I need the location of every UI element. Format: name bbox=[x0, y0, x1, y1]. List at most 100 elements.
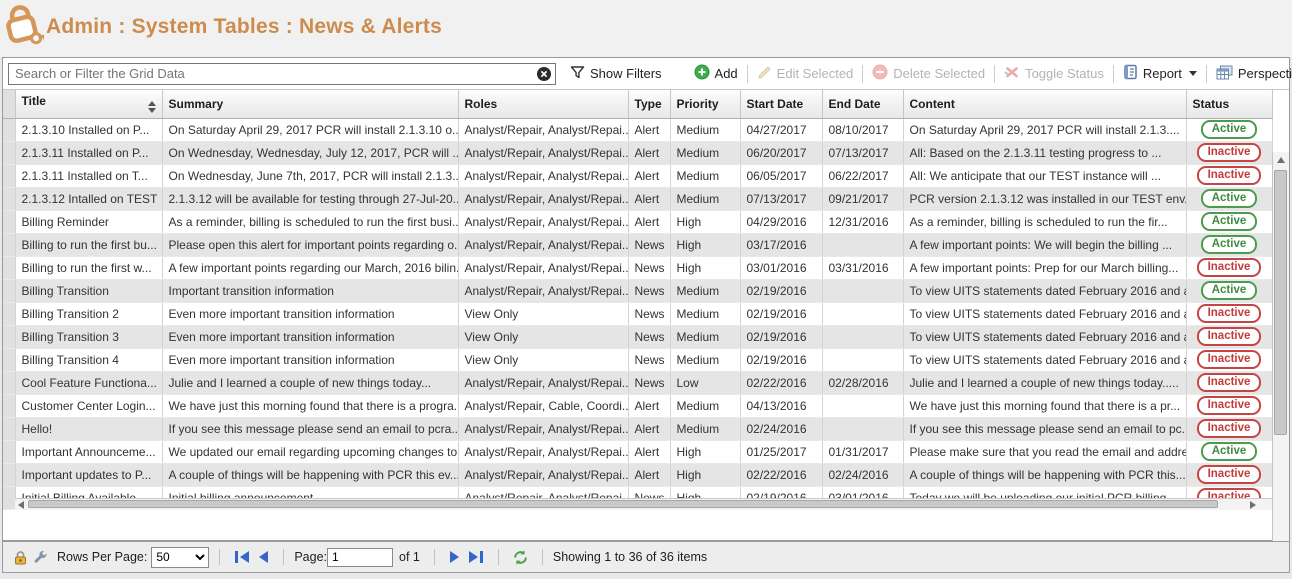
table-row[interactable]: 2.1.3.10 Installed on P...On Saturday Ap… bbox=[3, 118, 1272, 141]
cell-title: 2.1.3.10 Installed on P... bbox=[15, 118, 162, 141]
row-selector[interactable] bbox=[3, 371, 15, 394]
vertical-scroll-thumb[interactable] bbox=[1274, 170, 1287, 435]
table-row[interactable]: Billing TransitionImportant transition i… bbox=[3, 279, 1272, 302]
perspectives-button[interactable]: Perspectives bbox=[1216, 65, 1292, 83]
delete-selected-label: Delete Selected bbox=[893, 66, 985, 81]
cell-content: All: We anticipate that our TEST instanc… bbox=[903, 164, 1186, 187]
lock-icon[interactable] bbox=[14, 550, 27, 565]
cell-type: News bbox=[628, 302, 670, 325]
cell-end_date: 07/13/2017 bbox=[822, 141, 903, 164]
table-row[interactable]: Billing ReminderAs a reminder, billing i… bbox=[3, 210, 1272, 233]
edit-selected-button[interactable]: Edit Selected bbox=[757, 65, 854, 83]
cell-type: Alert bbox=[628, 118, 670, 141]
row-selector[interactable] bbox=[3, 463, 15, 486]
cell-end_date: 03/31/2016 bbox=[822, 256, 903, 279]
cell-type: Alert bbox=[628, 440, 670, 463]
column-header-start_date[interactable]: Start Date bbox=[740, 90, 822, 118]
pager-separator bbox=[283, 549, 284, 565]
grid-panel: Show Filters Add Edit Selected Delete Se… bbox=[2, 57, 1290, 541]
vertical-scrollbar[interactable] bbox=[1272, 152, 1289, 560]
row-selector[interactable] bbox=[3, 233, 15, 256]
column-header-title[interactable]: Title bbox=[15, 90, 162, 118]
scroll-up-icon[interactable] bbox=[1277, 157, 1285, 163]
cell-summary: 2.1.3.12 will be available for testing t… bbox=[162, 187, 458, 210]
horizontal-scrollbar[interactable] bbox=[15, 498, 1272, 510]
table-row[interactable]: Important updates to P...A couple of thi… bbox=[3, 463, 1272, 486]
status-badge: Inactive bbox=[1197, 419, 1262, 438]
scroll-left-icon[interactable] bbox=[18, 501, 24, 509]
cell-roles: View Only bbox=[458, 348, 628, 371]
app-header: Admin : System Tables : News & Alerts bbox=[0, 0, 1292, 57]
status-badge: Inactive bbox=[1197, 258, 1262, 277]
table-row[interactable]: Billing Transition 3Even more important … bbox=[3, 325, 1272, 348]
rows-per-page-select[interactable]: 50 bbox=[151, 547, 209, 568]
show-filters-button[interactable]: Show Filters bbox=[570, 65, 662, 83]
row-selector[interactable] bbox=[3, 256, 15, 279]
table-row[interactable]: Billing to run the first w...A few impor… bbox=[3, 256, 1272, 279]
report-button[interactable]: Report bbox=[1123, 64, 1197, 83]
row-selector[interactable] bbox=[3, 118, 15, 141]
cell-status: Inactive bbox=[1186, 371, 1272, 394]
first-page-button[interactable] bbox=[235, 551, 249, 563]
status-badge: Inactive bbox=[1197, 304, 1262, 323]
row-selector[interactable] bbox=[3, 348, 15, 371]
header-gutter bbox=[3, 90, 15, 118]
column-header-status[interactable]: Status bbox=[1186, 90, 1272, 118]
cell-status: Inactive bbox=[1186, 302, 1272, 325]
toggle-status-button[interactable]: Toggle Status bbox=[1004, 64, 1104, 83]
cell-priority: Medium bbox=[670, 394, 740, 417]
column-header-end_date[interactable]: End Date bbox=[822, 90, 903, 118]
next-page-button[interactable] bbox=[450, 551, 459, 563]
column-header-summary[interactable]: Summary bbox=[162, 90, 458, 118]
status-badge: Inactive bbox=[1197, 465, 1262, 484]
table-row[interactable]: 2.1.3.11 Installed on T...On Wednesday, … bbox=[3, 164, 1272, 187]
table-row[interactable]: Billing Transition 2Even more important … bbox=[3, 302, 1272, 325]
row-selector[interactable] bbox=[3, 394, 15, 417]
cell-start_date: 04/13/2016 bbox=[740, 394, 822, 417]
page-input[interactable] bbox=[327, 548, 393, 567]
table-row[interactable]: Billing to run the first bu...Please ope… bbox=[3, 233, 1272, 256]
cell-title: Billing Transition 4 bbox=[15, 348, 162, 371]
table-row[interactable]: 2.1.3.12 Intalled on TEST2.1.3.12 will b… bbox=[3, 187, 1272, 210]
column-header-priority[interactable]: Priority bbox=[670, 90, 740, 118]
column-header-content[interactable]: Content bbox=[903, 90, 1186, 118]
cell-title: Billing to run the first w... bbox=[15, 256, 162, 279]
add-plus-icon bbox=[694, 64, 710, 83]
sort-icon[interactable] bbox=[148, 101, 156, 113]
previous-page-button[interactable] bbox=[259, 551, 268, 563]
table-row[interactable]: Billing Transition 4Even more important … bbox=[3, 348, 1272, 371]
row-selector[interactable] bbox=[3, 141, 15, 164]
search-input[interactable] bbox=[8, 63, 556, 85]
scroll-right-icon[interactable] bbox=[1250, 501, 1256, 509]
cell-end_date: 09/21/2017 bbox=[822, 187, 903, 210]
row-selector[interactable] bbox=[3, 486, 15, 509]
table-row[interactable]: Cool Feature Functiona...Julie and I lea… bbox=[3, 371, 1272, 394]
cell-title: Billing Reminder bbox=[15, 210, 162, 233]
delete-selected-button[interactable]: Delete Selected bbox=[872, 64, 985, 83]
row-selector[interactable] bbox=[3, 210, 15, 233]
cell-start_date: 02/19/2016 bbox=[740, 302, 822, 325]
column-header-roles[interactable]: Roles bbox=[458, 90, 628, 118]
row-selector[interactable] bbox=[3, 325, 15, 348]
row-selector[interactable] bbox=[3, 302, 15, 325]
cell-end_date bbox=[822, 325, 903, 348]
horizontal-scroll-thumb[interactable] bbox=[28, 500, 1218, 508]
table-row[interactable]: Important Announceme...We updated our em… bbox=[3, 440, 1272, 463]
last-page-button[interactable] bbox=[469, 551, 483, 563]
row-selector[interactable] bbox=[3, 164, 15, 187]
cell-title: Important Announceme... bbox=[15, 440, 162, 463]
toolbar-separator bbox=[1206, 65, 1207, 83]
row-selector[interactable] bbox=[3, 279, 15, 302]
row-selector[interactable] bbox=[3, 440, 15, 463]
wrench-icon[interactable] bbox=[33, 550, 48, 565]
table-row[interactable]: Customer Center Login...We have just thi… bbox=[3, 394, 1272, 417]
refresh-icon[interactable] bbox=[512, 549, 529, 566]
clear-search-icon[interactable] bbox=[536, 66, 552, 82]
column-header-type[interactable]: Type bbox=[628, 90, 670, 118]
row-selector[interactable] bbox=[3, 417, 15, 440]
add-button[interactable]: Add bbox=[694, 64, 738, 83]
row-selector[interactable] bbox=[3, 187, 15, 210]
table-row[interactable]: 2.1.3.11 Installed on P...On Wednesday, … bbox=[3, 141, 1272, 164]
table-row[interactable]: Hello!If you see this message please sen… bbox=[3, 417, 1272, 440]
column-label: Status bbox=[1193, 97, 1230, 111]
